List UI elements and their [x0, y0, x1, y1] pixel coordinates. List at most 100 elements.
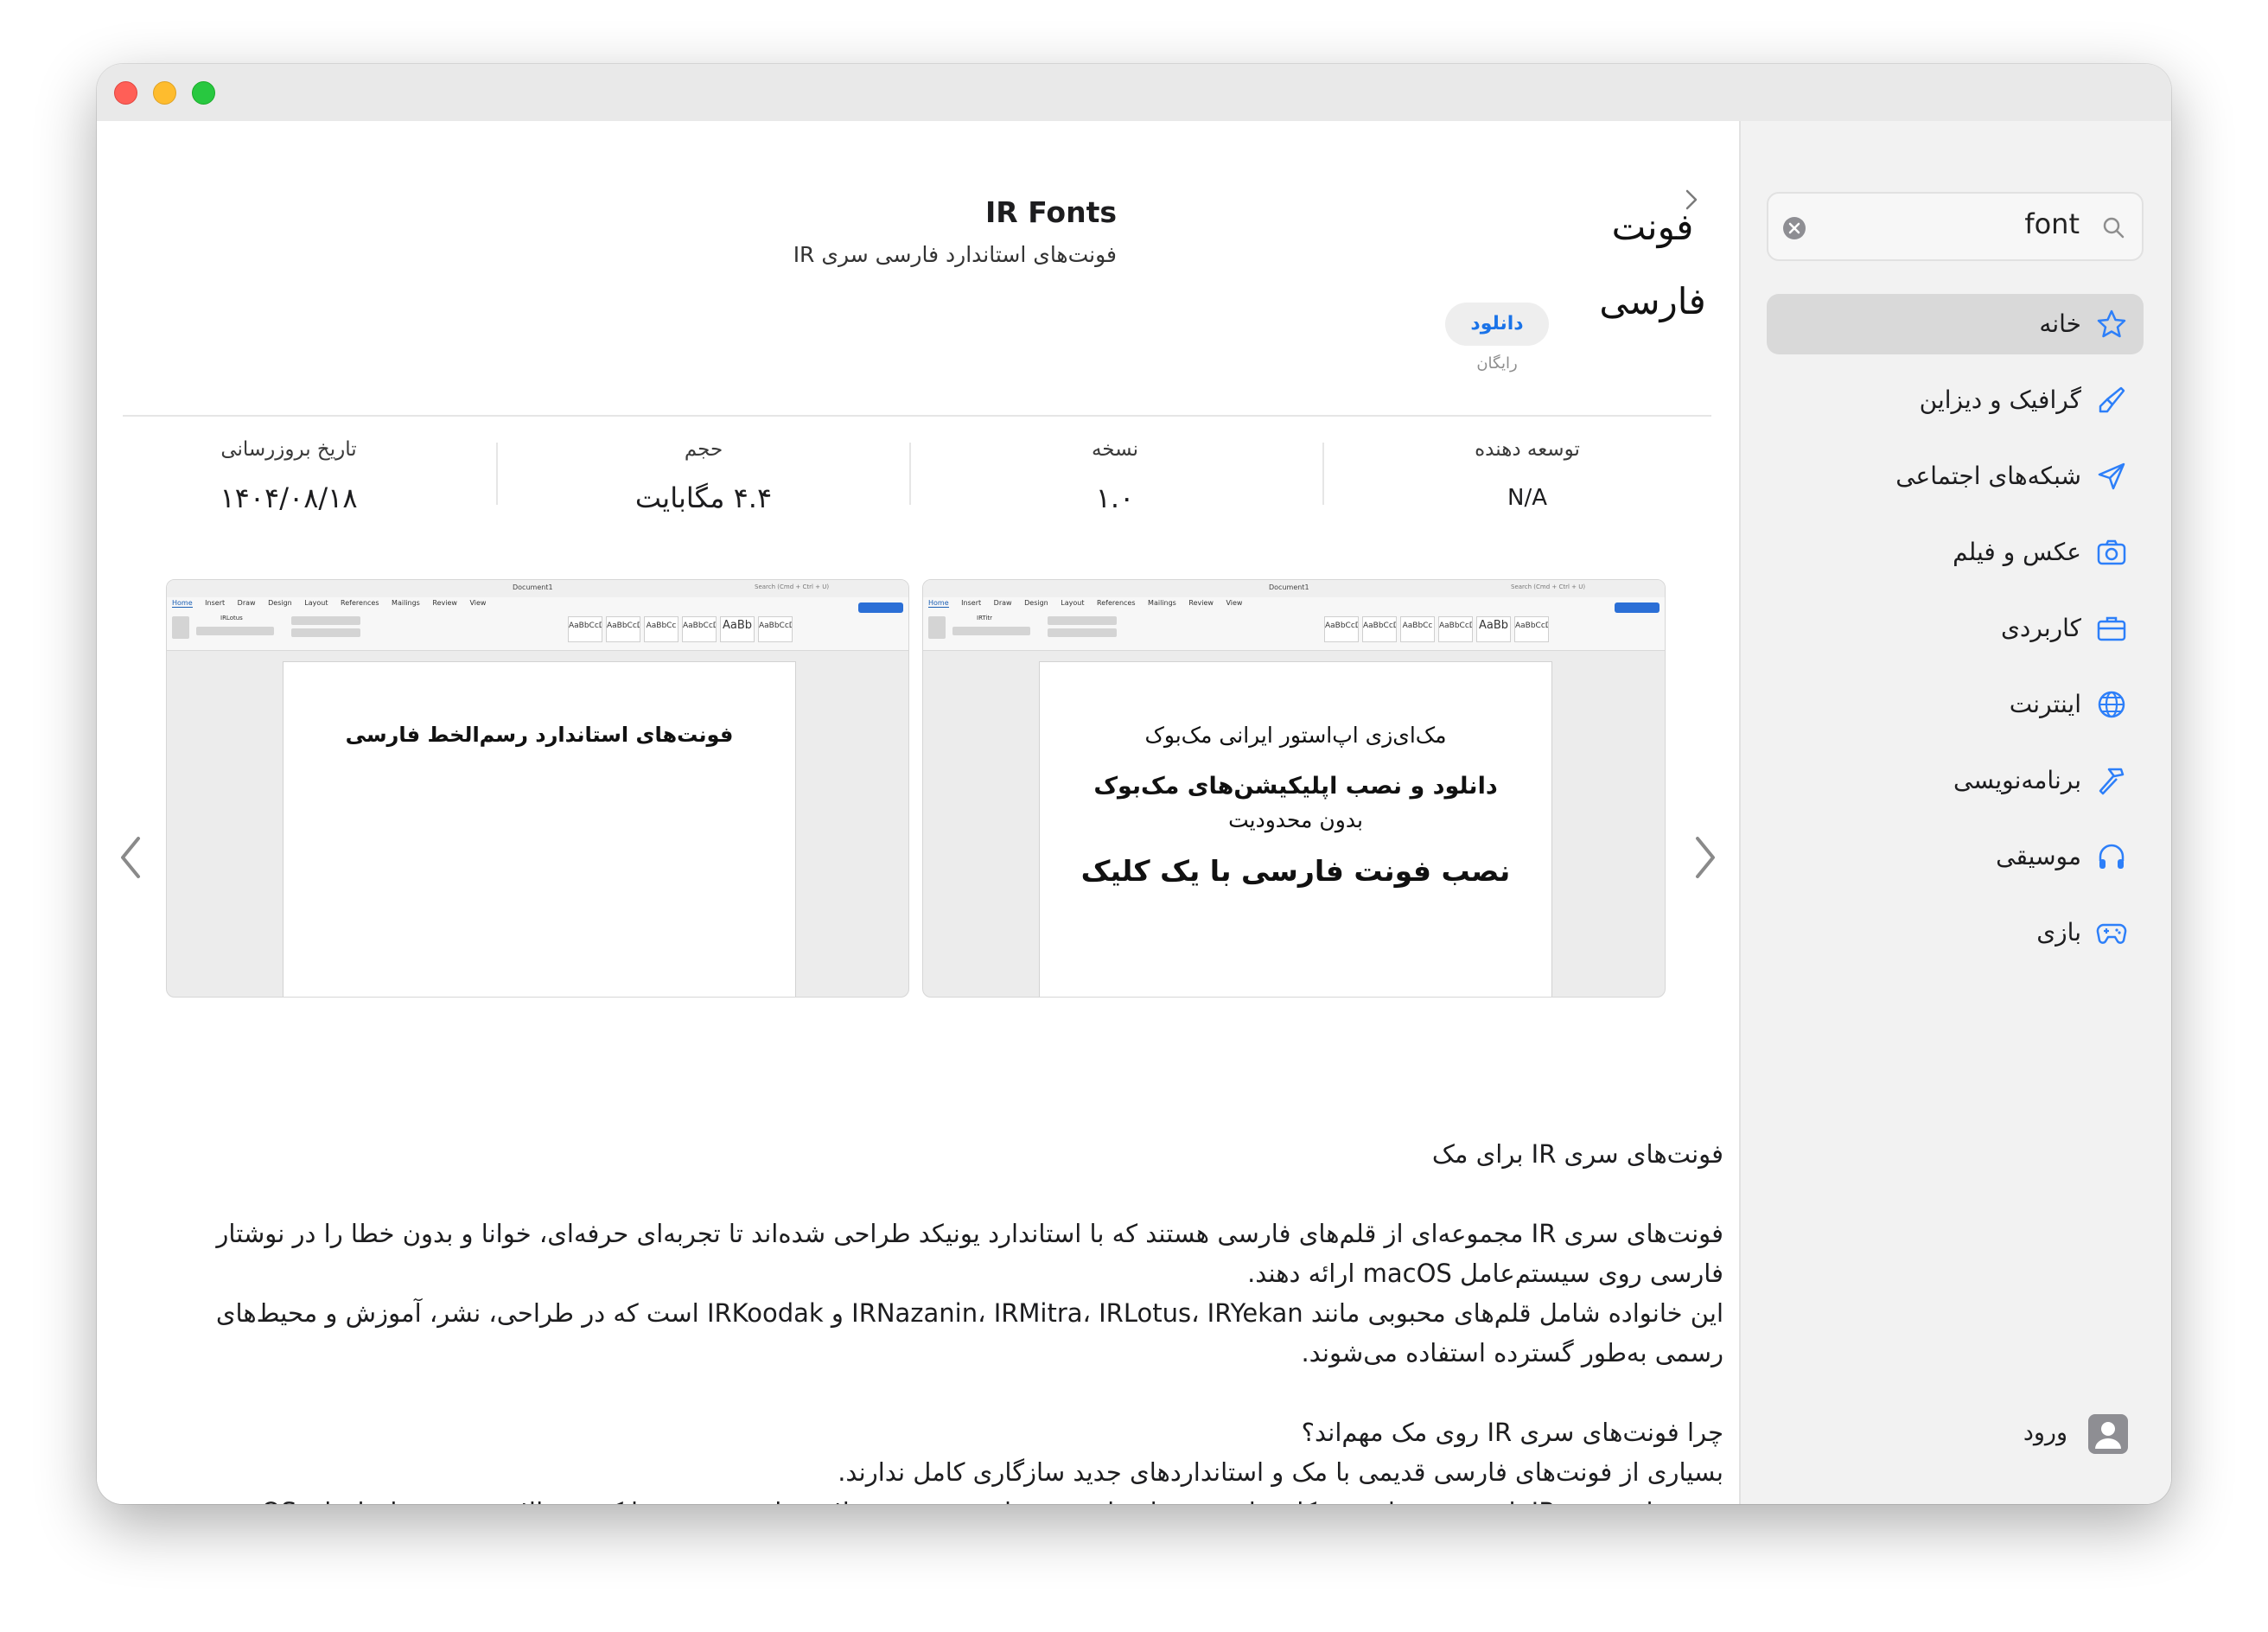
- search-input[interactable]: font: [2024, 207, 2080, 240]
- word-tab: Review: [432, 599, 457, 607]
- login-button[interactable]: ورود: [1767, 1407, 2144, 1459]
- price-label: رایگان: [1476, 354, 1518, 373]
- description-question: چرا فونت‌های سری IR روی مک مهم‌اند؟: [1301, 1418, 1723, 1447]
- search-field[interactable]: font: [1767, 192, 2144, 261]
- word-doc-title: Document1: [1269, 583, 1309, 591]
- sidebar-item-social[interactable]: شبکه‌های اجتماعی: [1767, 446, 2144, 507]
- sidebar-item-graphics[interactable]: گرافیک و دیزاین: [1767, 370, 2144, 430]
- version-value: ۱.۰: [1095, 481, 1135, 514]
- developer-value: N/A: [1507, 485, 1547, 511]
- word-search: Search (Cmd + Ctrl + U): [1511, 583, 1586, 590]
- info-separator: [496, 443, 498, 505]
- style-heading-1: AaBbCc: [644, 616, 678, 642]
- ribbon-format-row: [196, 627, 274, 635]
- word-page: مک‌ای‌زی اپ‌استور ایرانی مک‌بوک دانلود و…: [1039, 661, 1552, 997]
- paper-plane-icon: [2098, 462, 2125, 490]
- gamepad-icon: [2096, 923, 2127, 944]
- login-label: ورود: [2023, 1419, 2067, 1446]
- app-description: فونت‌های سری IR برای مک فونت‌های سری IR …: [175, 1134, 1723, 1504]
- style-heading-2: AaBbCcDc: [1438, 616, 1473, 642]
- ribbon-para-row: [291, 628, 360, 637]
- page-text: مک‌ای‌زی اپ‌استور ایرانی مک‌بوک: [1144, 723, 1447, 748]
- paste-icon: [172, 616, 189, 639]
- info-updated: تاریخ بروزرسانی ۱۴۰۴/۰۸/۱۸: [97, 432, 487, 524]
- description-paragraph: فونت‌های سری IR مجموعه‌ای از قلم‌های فار…: [216, 1219, 1723, 1288]
- screenshot-2[interactable]: Document1 Search (Cmd + Ctrl + U) Home I…: [922, 579, 1666, 998]
- sidebar-item-utilities[interactable]: کاربردی: [1767, 598, 2144, 659]
- style-title: AaBb: [1476, 616, 1511, 642]
- ribbon-para-row: [1048, 616, 1117, 625]
- app-icon: فونت فارسی: [1583, 190, 1722, 339]
- word-tab: Home: [172, 599, 193, 608]
- title-bar: [97, 64, 2171, 121]
- word-share-button: [1615, 602, 1660, 613]
- size-value: ۴.۴ مگابایت: [634, 481, 773, 514]
- word-page: فونت‌های استاندارد رسم‌الخط فارسی: [283, 661, 796, 997]
- sidebar-item-label: شبکه‌های اجتماعی: [1895, 462, 2081, 490]
- sidebar-item-games[interactable]: بازی: [1767, 902, 2144, 963]
- screenshot-1[interactable]: Document1 Search (Cmd + Ctrl + U) Home I…: [166, 579, 909, 998]
- app-subtitle: فونت‌های استاندارد فارسی سری IR: [793, 242, 1117, 267]
- sidebar-item-label: برنامه‌نویسی: [1953, 766, 2081, 794]
- sidebar-item-label: بازی: [2036, 918, 2081, 947]
- word-tab: Home: [928, 599, 949, 608]
- app-title: IR Fonts: [985, 195, 1117, 229]
- headphones-icon: [2099, 844, 2125, 869]
- sidebar-item-label: گرافیک و دیزاین: [1919, 386, 2081, 414]
- globe-icon: [2098, 691, 2125, 718]
- style-no-spacing: AaBbCcDdE: [606, 616, 640, 642]
- briefcase-icon: [2097, 616, 2126, 641]
- clear-search-icon[interactable]: [1782, 216, 1806, 240]
- updated-label: تاریخ بروزرسانی: [220, 438, 357, 461]
- description-paragraph: بسیاری از فونت‌های فارسی قدیمی با مک و ا…: [838, 1457, 1723, 1487]
- word-doc-title: Document1: [513, 583, 553, 591]
- style-subtitle: AaBbCcDc: [758, 616, 793, 642]
- style-normal: AaBbCcDdE: [1324, 616, 1359, 642]
- carousel-next-icon[interactable]: [1687, 832, 1722, 883]
- download-button[interactable]: دانلود: [1445, 303, 1549, 346]
- zoom-window-button[interactable]: [192, 81, 215, 105]
- sidebar-item-label: اینترنت: [2009, 690, 2081, 718]
- info-developer: توسعه دهنده N/A: [1328, 432, 1726, 524]
- sidebar-item-photo-video[interactable]: عکس و فیلم: [1767, 522, 2144, 583]
- app-icon-line1: فونت: [1611, 206, 1694, 248]
- paste-icon: [928, 616, 946, 639]
- version-label: نسخه: [1091, 438, 1139, 461]
- carousel-prev-icon[interactable]: [114, 832, 149, 883]
- sidebar-item-developer[interactable]: برنامه‌نویسی: [1767, 750, 2144, 811]
- description-paragraph: فونت‌های سری IR با هدف رفع این مشکل ساخت…: [175, 1492, 1723, 1504]
- sidebar: font خانه گرافیک و دیزاین شبکه‌های اجتما…: [1739, 121, 2171, 1504]
- brush-icon: [2099, 386, 2125, 413]
- minimize-window-button[interactable]: [153, 81, 176, 105]
- sidebar-item-internet[interactable]: اینترنت: [1767, 674, 2144, 735]
- info-separator: [909, 443, 911, 505]
- word-tab: View: [1226, 599, 1243, 607]
- info-version: نسخه ۱.۰: [916, 432, 1314, 524]
- style-normal: AaBbCcDdE: [568, 616, 602, 642]
- app-icon-line2: فارسی: [1599, 280, 1706, 322]
- sidebar-item-label: عکس و فیلم: [1953, 538, 2081, 566]
- word-tab: Layout: [1061, 599, 1085, 607]
- word-tab: View: [469, 599, 487, 607]
- user-avatar-icon: [2088, 1414, 2128, 1454]
- info-size: حجم ۴.۴ مگابایت: [505, 432, 902, 524]
- word-tab: Draw: [237, 599, 256, 607]
- word-tab: Design: [268, 599, 292, 607]
- word-tab: Mailings: [1148, 599, 1176, 607]
- page-text: فونت‌های استاندارد رسم‌الخط فارسی: [345, 723, 734, 747]
- word-share-button: [858, 602, 903, 613]
- sidebar-item-music[interactable]: موسیقی: [1767, 826, 2144, 887]
- page-text: نصب فونت فارسی با یک کلیک: [1080, 854, 1511, 888]
- sidebar-item-home[interactable]: خانه: [1767, 294, 2144, 354]
- camera-icon: [2097, 539, 2126, 565]
- word-tab: References: [1097, 599, 1136, 607]
- header-divider: [123, 415, 1711, 417]
- style-subtitle: AaBbCcDc: [1514, 616, 1549, 642]
- word-toolbar: Document1 Search (Cmd + Ctrl + U) Home I…: [167, 580, 908, 651]
- word-tabs: Home Insert Draw Design Layout Reference…: [172, 599, 496, 611]
- style-heading-1: AaBbCc: [1400, 616, 1435, 642]
- sidebar-item-label: خانه: [2039, 309, 2081, 338]
- word-tab: Review: [1188, 599, 1214, 607]
- close-window-button[interactable]: [114, 81, 137, 105]
- search-icon: [2103, 217, 2125, 239]
